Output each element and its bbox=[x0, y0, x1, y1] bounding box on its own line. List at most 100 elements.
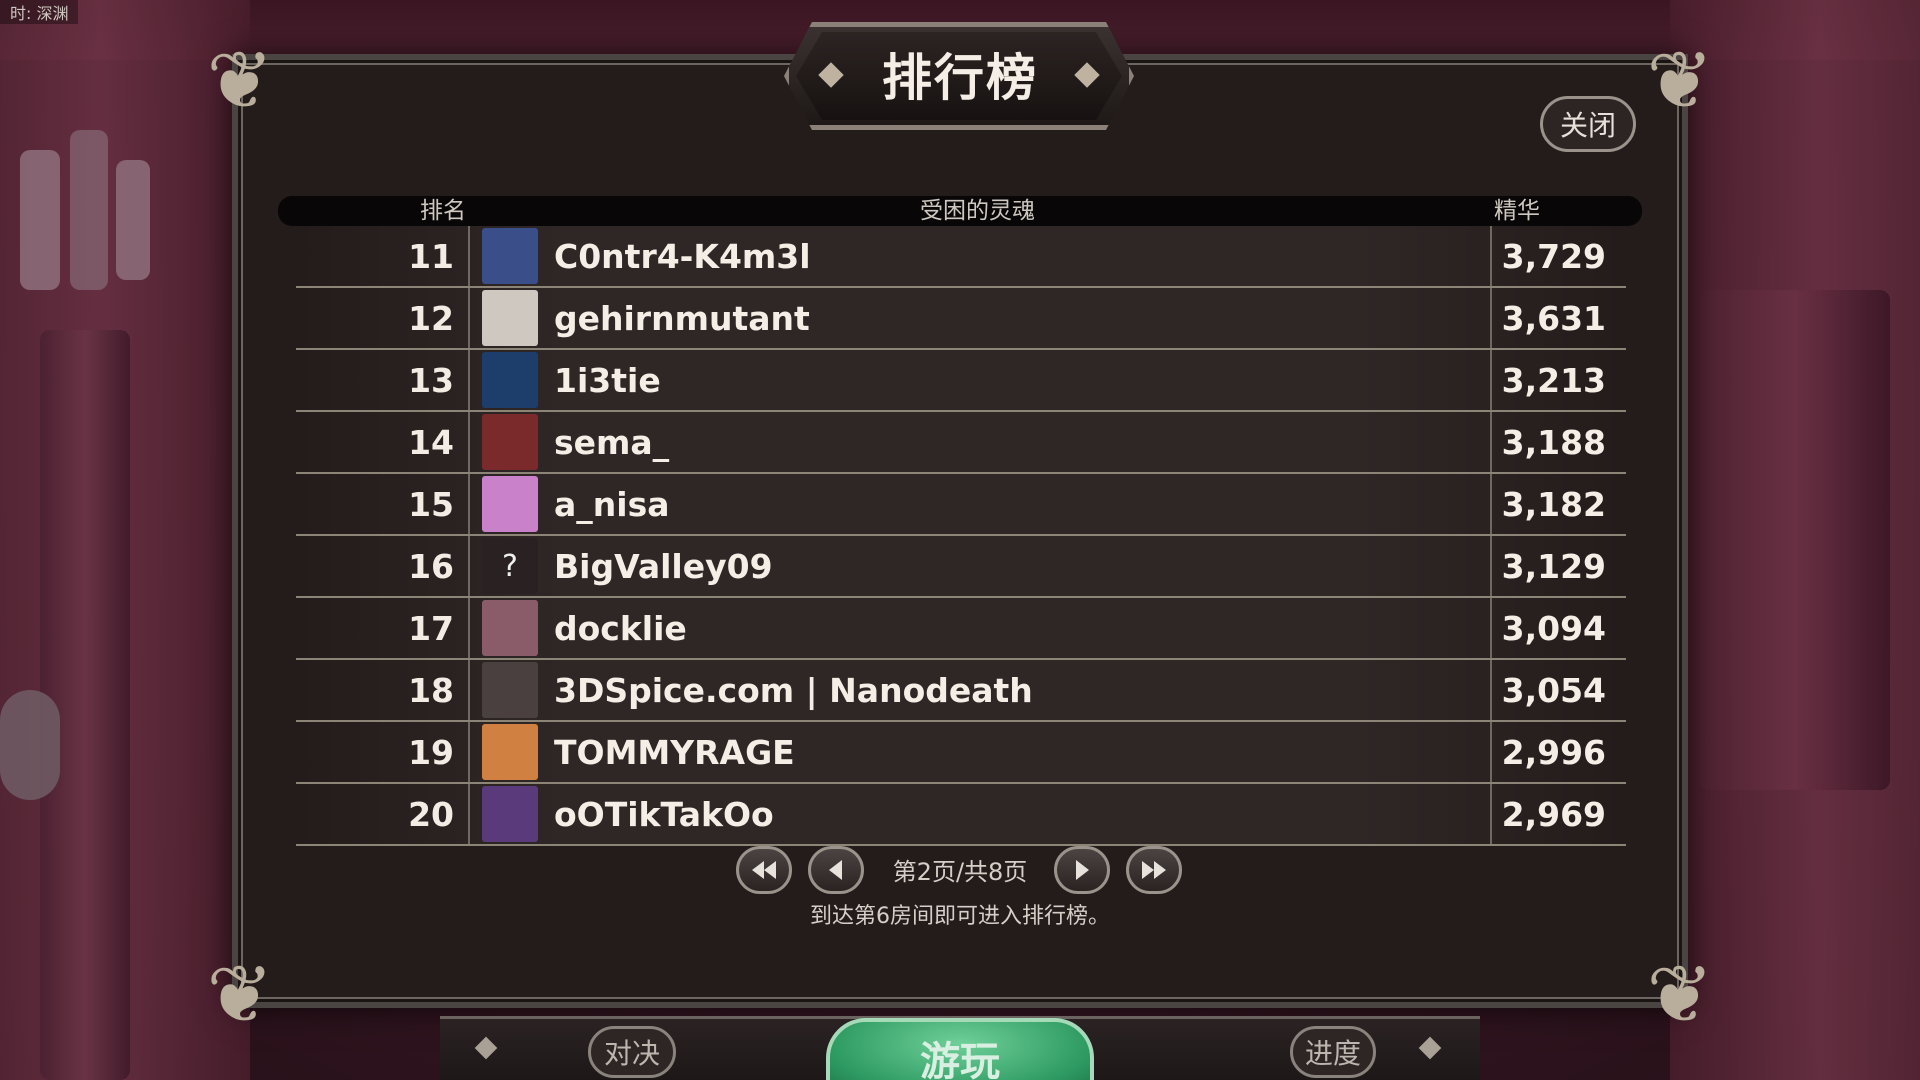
divider bbox=[1490, 784, 1492, 844]
divider bbox=[1490, 474, 1492, 534]
row-score: 3,054 bbox=[1501, 671, 1606, 710]
character-avatar-icon bbox=[482, 786, 538, 842]
man-avatar-icon bbox=[482, 290, 538, 346]
play-tab-button[interactable]: 游玩 bbox=[826, 1018, 1094, 1080]
triangle-right-icon bbox=[1076, 860, 1089, 880]
leaderboard-hint: 到达第6房间即可进入排行榜。 bbox=[810, 904, 1110, 929]
leaderboard-rows: 11 C0ntr4-K4m3l 3,729 12 gehirnmutant 3,… bbox=[296, 226, 1626, 846]
row-score: 3,729 bbox=[1501, 237, 1606, 276]
corner-ornament-icon: ❦ bbox=[1646, 34, 1714, 127]
row-rank: 13 bbox=[408, 361, 454, 400]
table-row: 15 a_nisa 3,182 bbox=[296, 474, 1626, 536]
background-candle bbox=[116, 160, 150, 280]
girl-avatar-icon bbox=[482, 662, 538, 718]
table-row: 19 TOMMYRAGE 2,996 bbox=[296, 722, 1626, 784]
row-rank: 12 bbox=[408, 299, 454, 338]
location-label: 时: 深渊 bbox=[0, 0, 79, 24]
last-page-button[interactable] bbox=[1126, 846, 1182, 894]
unknown-avatar-icon: ? bbox=[482, 538, 538, 594]
table-row: 12 gehirnmutant 3,631 bbox=[296, 288, 1626, 350]
row-score: 3,188 bbox=[1501, 423, 1606, 462]
triangle-left-icon bbox=[829, 860, 842, 880]
wizard-avatar-icon bbox=[482, 228, 538, 284]
progress-tab-button[interactable]: 进度 bbox=[1290, 1026, 1376, 1078]
row-score: 2,969 bbox=[1501, 795, 1606, 834]
divider bbox=[468, 288, 470, 348]
portal-avatar-icon bbox=[482, 600, 538, 656]
column-header-rank: 排名 bbox=[420, 198, 466, 224]
page-indicator: 第2页/共8页 bbox=[892, 858, 1028, 886]
row-rank: 18 bbox=[408, 671, 454, 710]
divider bbox=[1490, 722, 1492, 782]
divider bbox=[468, 350, 470, 410]
table-row: 17 docklie 3,094 bbox=[296, 598, 1626, 660]
corner-ornament-icon: ❦ bbox=[206, 948, 274, 1041]
row-score: 2,996 bbox=[1501, 733, 1606, 772]
table-row: 16 ? BigValley09 3,129 bbox=[296, 536, 1626, 598]
row-name: sema_ bbox=[554, 423, 670, 462]
row-score: 3,182 bbox=[1501, 485, 1606, 524]
divider bbox=[1490, 288, 1492, 348]
row-name: docklie bbox=[554, 609, 687, 648]
divider bbox=[468, 722, 470, 782]
row-rank: 20 bbox=[408, 795, 454, 834]
table-row: 14 sema_ 3,188 bbox=[296, 412, 1626, 474]
row-name: gehirnmutant bbox=[554, 299, 810, 338]
double-chevron-left-icon bbox=[752, 861, 776, 879]
row-rank: 19 bbox=[408, 733, 454, 772]
row-name: oOTikTakOo bbox=[554, 795, 774, 834]
divider bbox=[468, 474, 470, 534]
corner-ornament-icon: ❦ bbox=[206, 34, 274, 127]
background-candle bbox=[70, 130, 108, 290]
divider bbox=[1490, 536, 1492, 596]
divider bbox=[468, 536, 470, 596]
divider bbox=[468, 598, 470, 658]
row-score: 3,094 bbox=[1501, 609, 1606, 648]
corner-ornament-icon: ❦ bbox=[1646, 948, 1714, 1041]
row-score: 3,129 bbox=[1501, 547, 1606, 586]
divider bbox=[1490, 350, 1492, 410]
divider bbox=[468, 226, 470, 286]
divider bbox=[468, 784, 470, 844]
row-name: C0ntr4-K4m3l bbox=[554, 237, 811, 276]
row-name: a_nisa bbox=[554, 485, 670, 524]
row-rank: 14 bbox=[408, 423, 454, 462]
table-row: 18 3DSpice.com | Nanodeath 3,054 bbox=[296, 660, 1626, 722]
row-name: BigValley09 bbox=[554, 547, 773, 586]
logo-avatar-icon bbox=[482, 352, 538, 408]
table-row: 13 1i3tie 3,213 bbox=[296, 350, 1626, 412]
divider bbox=[1490, 226, 1492, 286]
row-score: 3,631 bbox=[1501, 299, 1606, 338]
divider bbox=[1490, 660, 1492, 720]
row-score: 3,213 bbox=[1501, 361, 1606, 400]
row-name: 3DSpice.com | Nanodeath bbox=[554, 671, 1033, 710]
first-page-button[interactable] bbox=[736, 846, 792, 894]
row-rank: 17 bbox=[408, 609, 454, 648]
background-cabinet bbox=[1700, 290, 1890, 790]
background-skull bbox=[0, 690, 60, 800]
divider bbox=[1490, 412, 1492, 472]
row-name: 1i3tie bbox=[554, 361, 661, 400]
divider bbox=[468, 412, 470, 472]
face-avatar-icon bbox=[482, 724, 538, 780]
table-row: 20 oOTikTakOo 2,969 bbox=[296, 784, 1626, 846]
row-rank: 15 bbox=[408, 485, 454, 524]
column-header-name: 受困的灵魂 bbox=[920, 198, 1035, 224]
table-row: 11 C0ntr4-K4m3l 3,729 bbox=[296, 226, 1626, 288]
woman-avatar-icon bbox=[482, 414, 538, 470]
row-rank: 16 bbox=[408, 547, 454, 586]
divider bbox=[468, 660, 470, 720]
row-rank: 11 bbox=[408, 237, 454, 276]
anime-avatar-icon bbox=[482, 476, 538, 532]
row-name: TOMMYRAGE bbox=[554, 733, 795, 772]
close-button[interactable]: 关闭 bbox=[1540, 96, 1636, 152]
divider bbox=[1490, 598, 1492, 658]
duel-tab-button[interactable]: 对决 bbox=[588, 1026, 676, 1078]
next-page-button[interactable] bbox=[1054, 846, 1110, 894]
double-chevron-right-icon bbox=[1142, 861, 1166, 879]
table-header: 排名 受困的灵魂 精华 bbox=[278, 196, 1642, 226]
prev-page-button[interactable] bbox=[808, 846, 864, 894]
page-title: 排行榜 bbox=[882, 49, 1038, 107]
background-candle bbox=[20, 150, 60, 290]
column-header-score: 精华 bbox=[1494, 198, 1540, 224]
